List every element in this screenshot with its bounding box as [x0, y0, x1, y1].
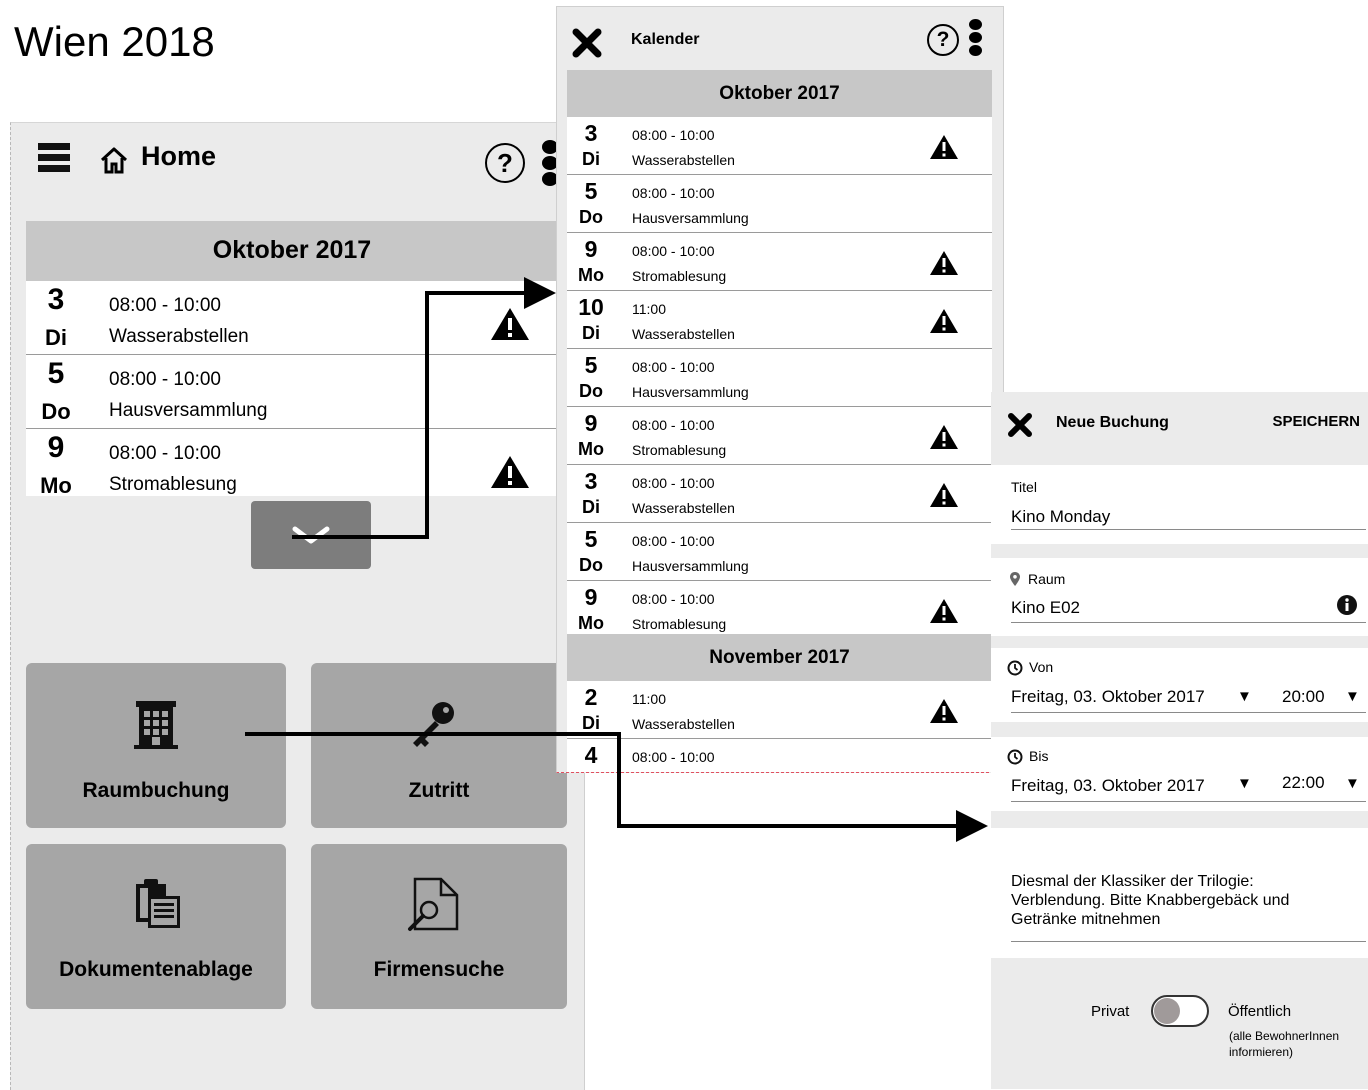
arrow-raumbuchung-to-booking: [245, 732, 988, 842]
arrow-home-to-calendar: [292, 277, 556, 539]
flow-arrows: [245, 277, 988, 842]
